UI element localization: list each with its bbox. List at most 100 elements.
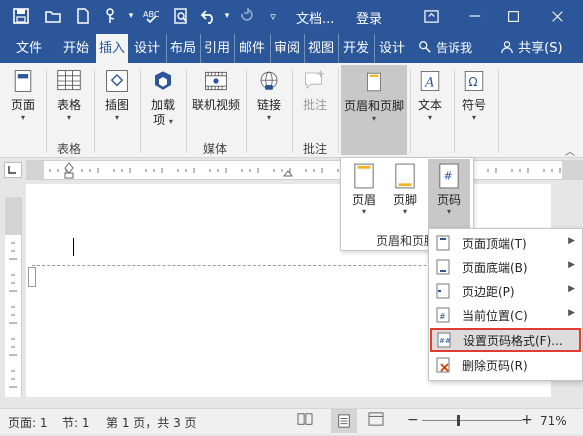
menu-item-bottom-of-page[interactable]: 页面底端(B) ▶ [429,255,582,279]
customize-quick-access-icon[interactable]: ▿ [262,5,284,27]
menu-item-current-position[interactable]: # 当前位置(C) ▶ [429,303,582,327]
header-label: 页眉 [351,193,376,207]
touch-mode-icon[interactable] [100,5,122,27]
chevron-down-icon: ▾ [66,113,71,122]
ribbon-display-options-icon[interactable] [416,4,446,28]
tab-references[interactable]: 引用 [200,34,233,63]
illustrations-label: 插图 [104,98,129,112]
status-page-count[interactable]: 第 1 页，共 3 页 [106,414,197,431]
status-bar: 页面: 1 节: 1 第 1 页，共 3 页 − + 71% [0,408,583,434]
format-page-number-icon: ## [437,332,451,348]
web-layout-icon[interactable] [368,412,384,429]
new-comment-label: 批注 [302,98,327,112]
close-icon[interactable] [542,4,572,28]
menu-item-label: 当前位置(C) [462,309,528,323]
redo-icon[interactable] [236,5,258,27]
new-document-icon[interactable] [72,5,94,27]
header-footer-button[interactable]: 页眉和页脚 ▾ [341,65,407,155]
tab-design[interactable]: 设计 [130,34,164,63]
footer-label: 页脚 [392,193,417,207]
text-button[interactable]: A 文本 ▾ [412,66,448,123]
tab-view[interactable]: 视图 [304,34,337,63]
horizontal-ruler[interactable] [26,160,583,180]
footer-button[interactable]: 页脚 ▾ [387,162,423,226]
illustrations-button[interactable]: 插图 ▾ [100,66,134,123]
text-label: 文本 [417,98,442,112]
tab-review[interactable]: 审阅 [270,34,303,63]
addins-label-line2: 项 ▾ [153,113,173,127]
zoom-level[interactable]: 71% [540,414,567,428]
status-page[interactable]: 页面: 1 [8,414,48,431]
page-number-button[interactable]: # 页码 ▾ [428,159,470,229]
vertical-ruler[interactable] [5,197,22,397]
tab-file[interactable]: 文件 [10,34,48,63]
page-number-label: 页码 [436,193,461,207]
chevron-down-icon: ▾ [471,113,476,122]
menu-item-label: 页面顶端(T) [462,237,527,251]
menu-item-page-margins[interactable]: 页边距(P) ▶ [429,279,582,303]
illustrations-icon [102,66,132,96]
addins-button[interactable]: 加载 项 ▾ [146,66,180,128]
save-icon[interactable] [10,5,32,27]
tab-header-footer-design[interactable]: 设计 [374,34,409,63]
zoom-out-icon[interactable]: − [407,412,419,428]
chevron-down-icon: ▾ [446,207,451,216]
pages-button[interactable]: 页面 ▾ [6,66,40,123]
page-icon [8,66,38,96]
symbols-button[interactable]: Ω 符号 ▾ [456,66,492,123]
menu-item-label: 设置页码格式(F)... [463,334,563,348]
tab-developer[interactable]: 开发 [338,34,373,63]
tab-mailings[interactable]: 邮件 [234,34,269,63]
page-bottom-icon [436,259,450,275]
header-button[interactable]: 页眉 ▾ [346,162,382,226]
online-video-button[interactable]: 联机视频 [190,66,242,113]
spelling-check-icon[interactable]: ABC [140,5,162,27]
menu-item-top-of-page[interactable]: 页面顶端(T) ▶ [429,231,582,255]
collapse-ribbon-icon[interactable]: ︿ [565,143,575,158]
maximize-icon[interactable] [498,4,528,28]
menu-item-format-page-numbers[interactable]: ## 设置页码格式(F)... [430,328,581,352]
text-box-icon: A [415,66,445,96]
menu-item-label: 页边距(P) [462,285,515,299]
share-button[interactable]: 共享(S) [500,34,580,63]
ribbon-insert: 页面 ▾ 表格 ▾ 表格 插图 ▾ 加载 项 ▾ 联机视频 媒体 链接 ▾ 批注… [0,63,583,158]
undo-dropdown-icon[interactable]: ▾ [216,5,238,27]
read-mode-icon[interactable] [297,412,313,429]
status-section[interactable]: 节: 1 [62,414,90,431]
open-folder-icon[interactable] [42,5,64,27]
tab-insert[interactable]: 插入 [96,34,128,63]
submenu-arrow-icon: ▶ [568,260,575,270]
comment-icon [300,66,330,96]
zoom-slider[interactable] [422,420,522,421]
tab-layout[interactable]: 布局 [166,34,199,63]
group-divider [140,69,141,153]
print-preview-icon[interactable] [170,5,192,27]
tab-home[interactable]: 开始 [58,34,94,63]
tab-selector[interactable] [4,162,22,178]
menu-item-remove-page-numbers[interactable]: 删除页码(R) [429,353,582,377]
print-layout-icon[interactable] [331,409,357,433]
person-icon [501,41,513,54]
addins-label-line1: 加载 [150,98,175,112]
table-button[interactable]: 表格 ▾ [52,66,86,123]
group-label-header-footer: 页眉和页脚 [376,234,437,248]
minimize-icon[interactable] [460,4,490,28]
chevron-down-icon: ▾ [168,117,173,126]
tell-me-box[interactable]: 告诉我 [418,34,484,63]
page-number-menu: 页面顶端(T) ▶ 页面底端(B) ▶ 页边距(P) ▶ # 当前位置(C) ▶… [428,228,583,381]
links-button[interactable]: 链接 ▾ [252,66,286,123]
header-footer-icon [359,67,389,97]
page-number-icon: # [428,162,470,193]
margin-marker [28,267,36,287]
table-label: 表格 [56,98,81,112]
svg-text:##: ## [439,337,451,345]
group-divider [186,69,187,153]
title-bar: ▾ ABC ▾ ▿ 文档... 登录 [0,0,583,34]
zoom-in-icon[interactable]: + [521,412,533,428]
touch-dropdown-icon[interactable]: ▾ [120,5,142,27]
pages-label: 页面 [10,98,35,112]
zoom-slider-thumb[interactable] [457,415,460,426]
sign-in-link[interactable]: 登录 [356,8,382,27]
new-comment-button[interactable]: 批注 [298,66,332,113]
omega-icon: Ω [459,66,489,96]
